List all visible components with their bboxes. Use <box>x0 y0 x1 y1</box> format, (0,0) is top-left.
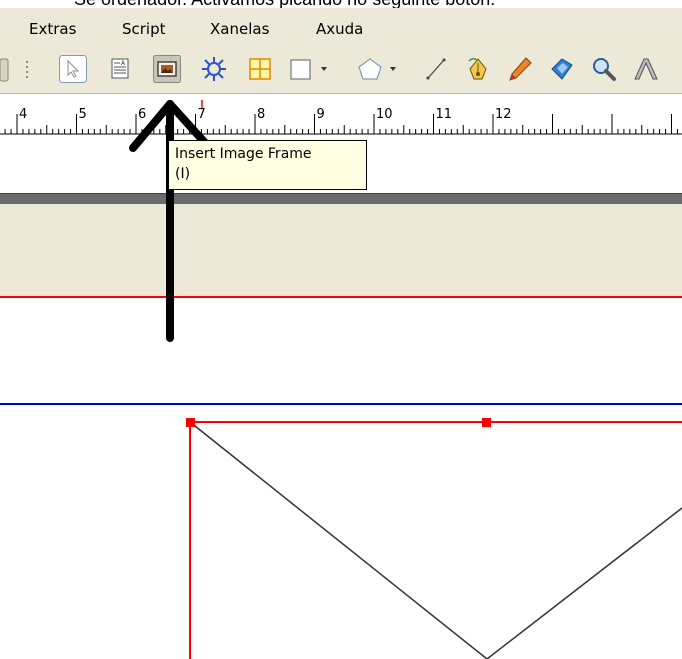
canvas-overlay <box>0 100 682 659</box>
resize-handle-top[interactable] <box>482 418 491 427</box>
tooltip: Insert Image Frame (I) <box>168 140 367 190</box>
tooltip-line2: (I) <box>175 166 191 182</box>
selected-image-frame[interactable] <box>186 418 682 659</box>
resize-handle-top-left[interactable] <box>186 418 195 427</box>
tooltip-line1: Insert Image Frame <box>175 146 312 162</box>
